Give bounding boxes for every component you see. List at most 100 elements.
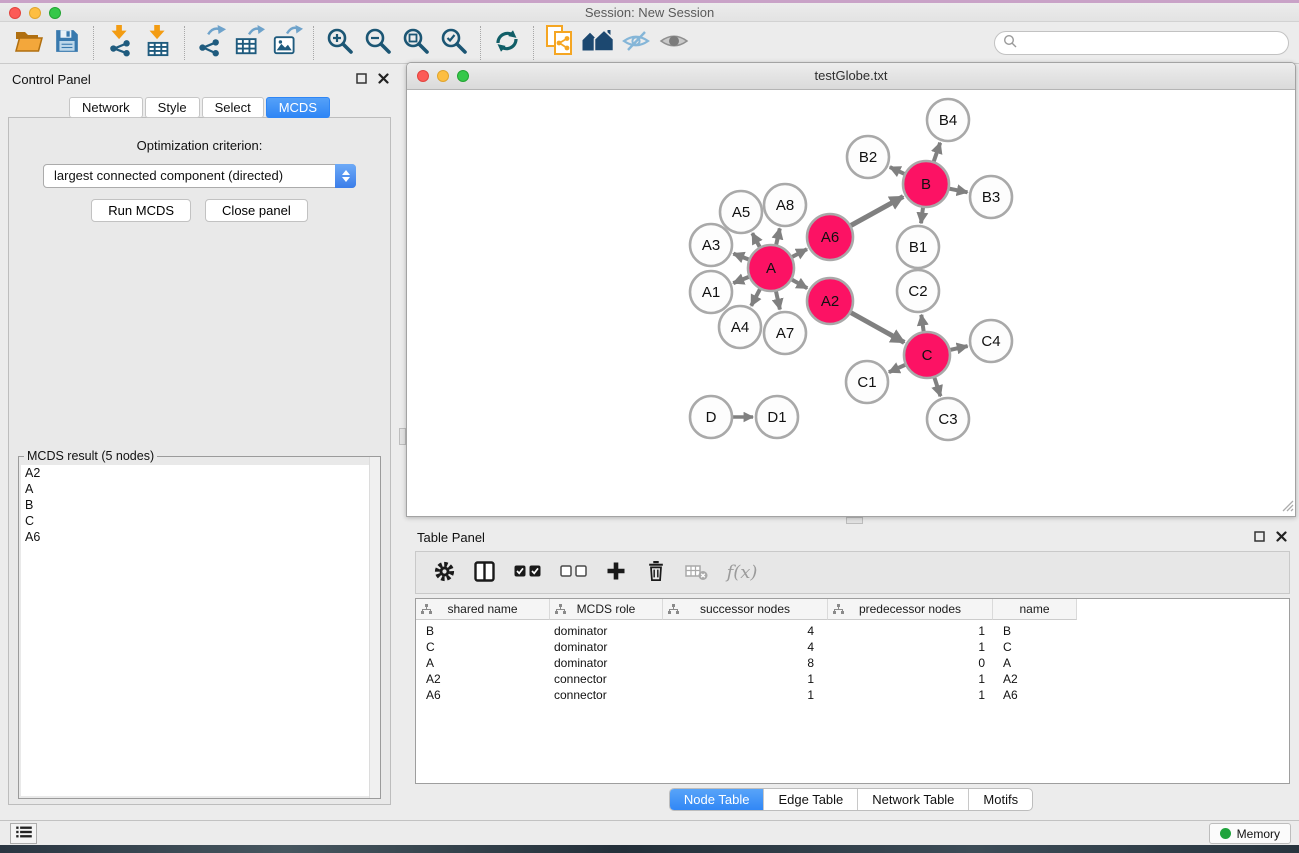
mcds-panel: Optimization criterion: largest connecte… (8, 117, 391, 805)
node-D1[interactable]: D1 (756, 396, 798, 438)
delete-rows-button[interactable] (644, 559, 668, 587)
node-A3[interactable]: A3 (690, 224, 732, 266)
node-A7[interactable]: A7 (764, 312, 806, 354)
select-all-button[interactable] (512, 559, 542, 587)
open-file-button[interactable] (10, 25, 48, 61)
mcds-result-item[interactable]: C (21, 513, 378, 529)
zoom-selected-button[interactable] (435, 25, 473, 61)
node-C2[interactable]: C2 (897, 270, 939, 312)
add-row-button[interactable] (604, 559, 628, 587)
tab-motifs[interactable]: Motifs (968, 789, 1032, 810)
network-file-icon (545, 25, 575, 60)
node-C3[interactable]: C3 (927, 398, 969, 440)
export-table-button[interactable] (230, 25, 268, 61)
tab-node-table[interactable]: Node Table (670, 789, 764, 810)
mcds-result-item[interactable]: A2 (21, 465, 378, 481)
node-A2[interactable]: A2 (807, 278, 853, 324)
home-network-button[interactable] (579, 25, 617, 61)
column-header-name[interactable]: name (993, 599, 1077, 620)
zoom-network-button[interactable] (457, 70, 469, 82)
node-label: C3 (938, 411, 957, 428)
node-label: A1 (702, 284, 720, 301)
tab-network[interactable]: Network (69, 97, 143, 118)
horizontal-split-divider[interactable] (406, 517, 1299, 524)
mcds-result-item[interactable]: B (21, 497, 378, 513)
task-history-button[interactable] (10, 823, 37, 844)
node-D[interactable]: D (690, 396, 732, 438)
mcds-result-list[interactable]: A2ABCA6 (21, 465, 378, 796)
tab-edge-table[interactable]: Edge Table (763, 789, 857, 810)
column-header-mcds-role[interactable]: MCDS role (550, 599, 663, 620)
attribute-type-icon (555, 604, 566, 615)
search-field[interactable] (994, 31, 1289, 55)
minimize-network-button[interactable] (437, 70, 449, 82)
node-A4[interactable]: A4 (719, 306, 761, 348)
node-B1[interactable]: B1 (897, 226, 939, 268)
zoom-fit-button[interactable] (397, 25, 435, 61)
table-row[interactable]: Cdominator41C (416, 639, 1289, 655)
save-session-button[interactable] (48, 25, 86, 61)
node-B2[interactable]: B2 (847, 136, 889, 178)
node-A1[interactable]: A1 (690, 271, 732, 313)
node-A8[interactable]: A8 (764, 184, 806, 226)
table-settings-button[interactable] (432, 559, 456, 587)
delete-table-button[interactable] (684, 559, 708, 587)
divider-handle[interactable] (846, 517, 863, 524)
import-table-button[interactable] (139, 25, 177, 61)
close-network-button[interactable] (417, 70, 429, 82)
network-window-titlebar[interactable]: testGlobe.txt (407, 63, 1295, 90)
table-row[interactable]: Bdominator41B (416, 623, 1289, 639)
window-titlebar[interactable]: Session: New Session (0, 3, 1299, 22)
mcds-result-item[interactable]: A (21, 481, 378, 497)
resize-grip-icon[interactable] (1280, 498, 1294, 515)
tab-select[interactable]: Select (202, 97, 264, 118)
node-A6[interactable]: A6 (807, 214, 853, 260)
table-row[interactable]: A6connector11A6 (416, 687, 1289, 703)
node-C4[interactable]: C4 (970, 320, 1012, 362)
node-A[interactable]: A (748, 245, 794, 291)
table-cell: C (993, 639, 1077, 655)
run-mcds-button[interactable]: Run MCDS (91, 199, 191, 222)
function-builder-button[interactable]: f(x) (724, 559, 760, 587)
close-panel-button[interactable]: Close panel (205, 199, 308, 222)
float-panel-icon[interactable] (356, 72, 367, 87)
column-header-predecessor-nodes[interactable]: predecessor nodes (828, 599, 993, 620)
close-panel-icon[interactable] (378, 72, 389, 87)
node-C[interactable]: C (904, 332, 950, 378)
close-panel-icon[interactable] (1276, 530, 1287, 545)
open-network-file-button[interactable] (541, 25, 579, 61)
table-row[interactable]: A2connector11A2 (416, 671, 1289, 687)
column-header-successor-nodes[interactable]: successor nodes (663, 599, 828, 620)
refresh-button[interactable] (488, 25, 526, 61)
memory-button[interactable]: Memory (1209, 823, 1291, 844)
node-A5[interactable]: A5 (720, 191, 762, 233)
hide-graphics-details-button[interactable] (617, 25, 655, 61)
tab-style[interactable]: Style (145, 97, 200, 118)
export-image-button[interactable] (268, 25, 306, 61)
import-table-icon (143, 25, 173, 60)
import-network-button[interactable] (101, 25, 139, 61)
divider-handle[interactable] (399, 428, 406, 445)
tab-network-table[interactable]: Network Table (857, 789, 968, 810)
float-panel-icon[interactable] (1254, 530, 1265, 545)
node-C1[interactable]: C1 (846, 361, 888, 403)
criterion-dropdown[interactable]: largest connected component (directed) (43, 164, 356, 188)
mcds-result-item[interactable]: A6 (21, 529, 378, 545)
node-table: shared nameMCDS rolesuccessor nodesprede… (415, 598, 1290, 784)
node-B[interactable]: B (903, 161, 949, 207)
import-network-icon (105, 25, 135, 60)
show-graphics-details-button[interactable] (655, 25, 693, 61)
table-row[interactable]: Adominator80A (416, 655, 1289, 671)
deselect-all-button[interactable] (558, 559, 588, 587)
zoom-out-button[interactable] (359, 25, 397, 61)
column-header-shared-name[interactable]: shared name (416, 599, 550, 620)
tab-mcds[interactable]: MCDS (266, 97, 330, 118)
show-column-button[interactable] (472, 559, 496, 587)
node-B3[interactable]: B3 (970, 176, 1012, 218)
result-list-scrollbar[interactable] (369, 457, 380, 798)
node-B4[interactable]: B4 (927, 99, 969, 141)
zoom-in-button[interactable] (321, 25, 359, 61)
search-input[interactable] (1017, 34, 1288, 51)
export-network-button[interactable] (192, 25, 230, 61)
network-canvas[interactable]: B4 B2 B B3 A8A5 A6 A3 B1 A A1 C2 A2 A4A7 C C4 C1 C3 D D1 (407, 90, 1295, 516)
